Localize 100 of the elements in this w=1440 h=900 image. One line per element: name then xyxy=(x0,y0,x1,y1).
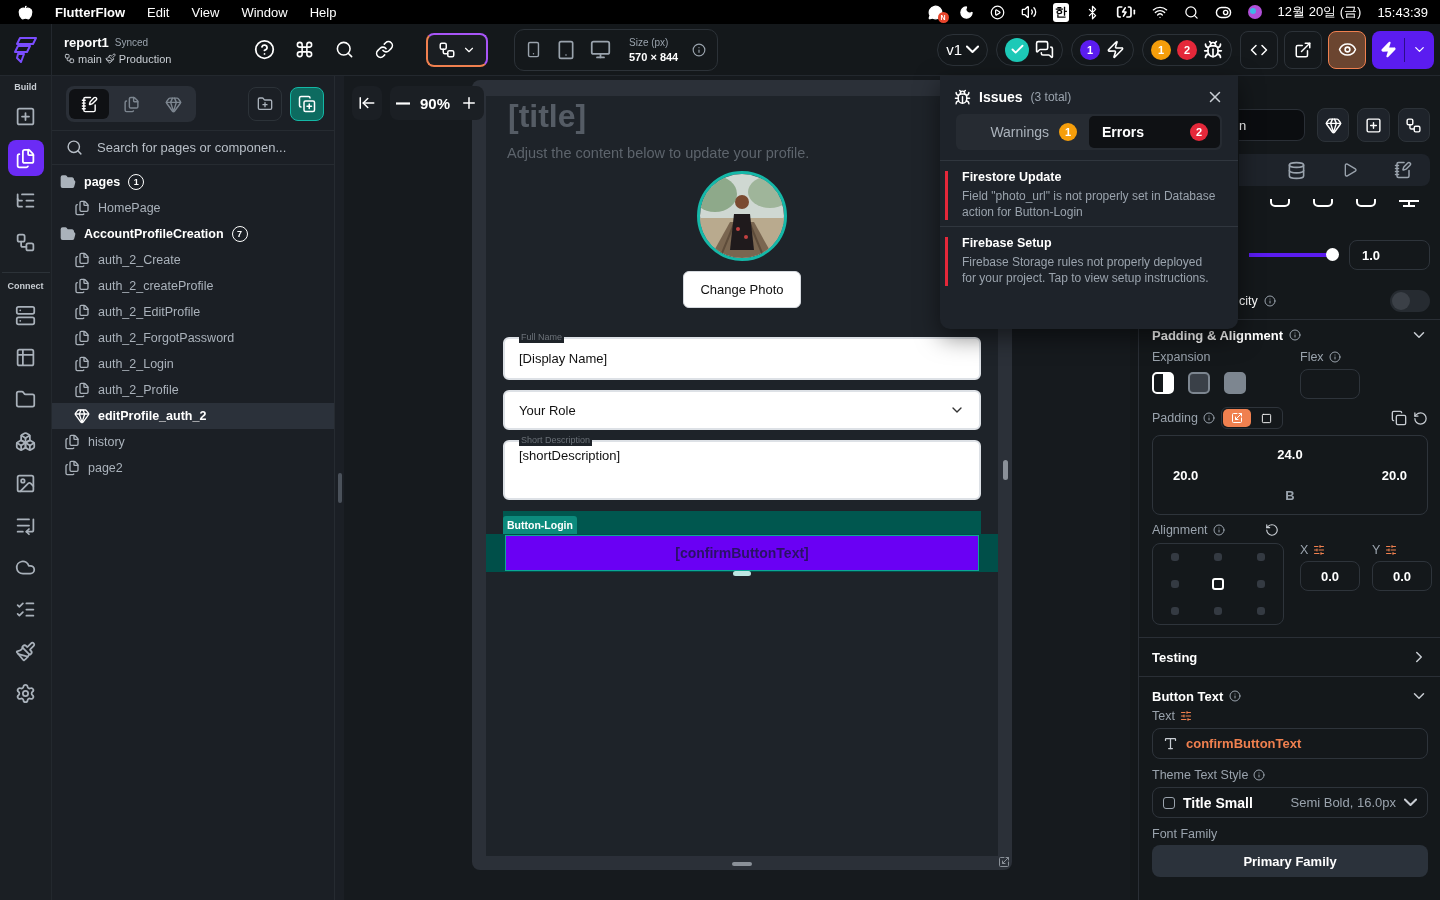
add-folder-button[interactable] xyxy=(248,87,282,121)
chat-icon[interactable] xyxy=(927,4,943,20)
siri-icon[interactable] xyxy=(1247,5,1262,19)
issue-item[interactable]: Firestore Update Field "photo_url" is not properly set in Database action for Button-Login xyxy=(940,160,1238,226)
menu-clock[interactable]: 15:43:39 xyxy=(1377,4,1428,20)
wifi-icon[interactable] xyxy=(1151,4,1168,20)
toggle-switch[interactable] xyxy=(1390,290,1430,312)
menu-item[interactable]: Help xyxy=(309,4,337,20)
brush-icon xyxy=(15,640,36,662)
border-style-icon[interactable] xyxy=(1354,198,1377,208)
resize-icon[interactable] xyxy=(998,856,1010,868)
issues-tab[interactable]: Errors 2 xyxy=(1089,116,1220,148)
flex-field[interactable] xyxy=(1300,369,1360,399)
resize-handle[interactable] xyxy=(337,473,342,503)
section-header[interactable]: Testing xyxy=(1152,638,1428,676)
zoom-out-button[interactable] xyxy=(396,101,410,105)
desktop-icon[interactable] xyxy=(590,39,611,60)
section-header[interactable]: Button Text xyxy=(1152,683,1428,709)
open-button[interactable] xyxy=(1284,30,1322,69)
alignment-cell[interactable] xyxy=(1170,606,1179,615)
alignment-cell[interactable] xyxy=(1257,606,1266,615)
checkbox[interactable] xyxy=(1163,796,1175,809)
gem-button[interactable] xyxy=(1317,108,1350,142)
menu-item[interactable]: Window xyxy=(241,4,288,20)
alignment-cell[interactable] xyxy=(1214,553,1222,562)
padding-label: Padding xyxy=(1152,411,1198,425)
folder-row[interactable]: AccountProfileCreation 7 xyxy=(52,221,334,247)
alignment-cell[interactable] xyxy=(1170,580,1179,588)
info-icon[interactable] xyxy=(692,42,707,57)
change-photo-button[interactable]: Change Photo xyxy=(683,271,801,308)
border-style-icon[interactable] xyxy=(1397,198,1420,208)
panel-tab[interactable] xyxy=(69,89,109,119)
branch-name[interactable]: main xyxy=(78,52,102,65)
page-item[interactable]: auth_2_ForgotPassword xyxy=(52,325,334,351)
section-header[interactable]: Padding & Alignment xyxy=(1152,320,1428,350)
page-item[interactable]: HomePage xyxy=(52,195,334,221)
play-icon[interactable] xyxy=(989,4,1005,20)
padding-mode-button[interactable] xyxy=(1222,409,1251,427)
bug-icon xyxy=(1203,39,1223,60)
minus-icon xyxy=(396,101,410,105)
tablet-icon[interactable] xyxy=(556,39,576,60)
folder-icon xyxy=(15,388,36,410)
input-method-indicator[interactable]: 한 xyxy=(1052,2,1069,22)
y-field[interactable]: 0.0 xyxy=(1372,561,1432,591)
volume-icon[interactable] xyxy=(1020,4,1037,20)
page-item[interactable]: auth_2_Login xyxy=(52,351,334,377)
menu-item[interactable]: Edit xyxy=(147,4,170,20)
alignment-cell[interactable] xyxy=(1257,580,1266,588)
add-page-button[interactable] xyxy=(290,87,324,121)
eye-icon xyxy=(1337,40,1357,59)
resize-handle[interactable] xyxy=(733,571,751,576)
apple-icon[interactable] xyxy=(18,4,33,20)
dropdown-field[interactable]: Your Role xyxy=(503,390,981,430)
code-button[interactable] xyxy=(1240,30,1278,69)
flow-icon xyxy=(1405,116,1423,134)
menu-item[interactable]: View xyxy=(191,4,220,20)
agent-selector[interactable] xyxy=(426,32,488,67)
agent-button[interactable] xyxy=(1397,108,1430,142)
popup-title: Issues xyxy=(979,89,1023,105)
resize-handle[interactable] xyxy=(732,862,752,866)
issue-item[interactable]: Firebase Setup Firebase Storage rules not properly deployed for your project. Tap to view setup instructions. xyxy=(940,226,1238,292)
run-button[interactable] xyxy=(1372,30,1434,69)
page-item[interactable]: auth_2_Create xyxy=(52,247,334,273)
name-field[interactable]: n xyxy=(1239,109,1306,141)
issues-tab[interactable]: Warnings 1 xyxy=(958,116,1089,148)
border-style-icon[interactable] xyxy=(1269,198,1292,208)
collapse-button[interactable] xyxy=(358,94,376,112)
page-item[interactable]: auth_2_createProfile xyxy=(52,273,334,299)
rail-section-label: Connect xyxy=(1,272,50,291)
alignment-cell[interactable] xyxy=(1214,606,1222,615)
rail-button[interactable] xyxy=(7,140,44,176)
settings-icon xyxy=(15,682,36,704)
font-family-button[interactable]: Primary Family xyxy=(1152,845,1428,877)
app-logo[interactable] xyxy=(13,36,38,63)
page-item[interactable]: page2 xyxy=(52,455,334,481)
search-icon[interactable] xyxy=(1183,4,1199,20)
alignment-cell[interactable] xyxy=(1212,578,1224,590)
add-widget-button[interactable] xyxy=(1357,108,1390,142)
slider-thumb[interactable] xyxy=(1326,248,1339,261)
environment-name[interactable]: Production xyxy=(118,52,172,65)
phone-icon[interactable] xyxy=(525,41,542,58)
page-item[interactable]: auth_2_EditProfile xyxy=(52,299,334,325)
page-item[interactable]: history xyxy=(52,429,334,455)
menu-date[interactable]: 12월 20일 (금) xyxy=(1277,3,1362,21)
moon-icon[interactable] xyxy=(958,4,974,20)
alignment-cell[interactable] xyxy=(1170,553,1179,562)
x-field[interactable]: 0.0 xyxy=(1300,561,1360,591)
opacity-field[interactable]: 1.0 xyxy=(1349,240,1430,270)
page-item[interactable]: auth_2_Profile xyxy=(52,377,334,403)
preview-button[interactable] xyxy=(1328,30,1366,69)
text-value-field[interactable]: confirmButtonText xyxy=(1152,728,1428,759)
alignment-cell[interactable] xyxy=(1257,553,1266,562)
scrollbar-thumb[interactable] xyxy=(1003,460,1008,480)
border-style-icon[interactable] xyxy=(1312,198,1335,208)
padding-editor[interactable]: 24.0 20.0 20.0 B xyxy=(1152,435,1428,515)
text-style-dropdown[interactable]: Title Small Semi Bold, 16.0px xyxy=(1152,787,1428,818)
folder-row[interactable]: pages 1 xyxy=(52,169,334,195)
page-item[interactable]: editProfile_auth_2 xyxy=(52,403,334,429)
app-name[interactable]: FlutterFlow xyxy=(55,4,126,20)
search-field[interactable]: Search for pages or componen... xyxy=(95,139,320,156)
